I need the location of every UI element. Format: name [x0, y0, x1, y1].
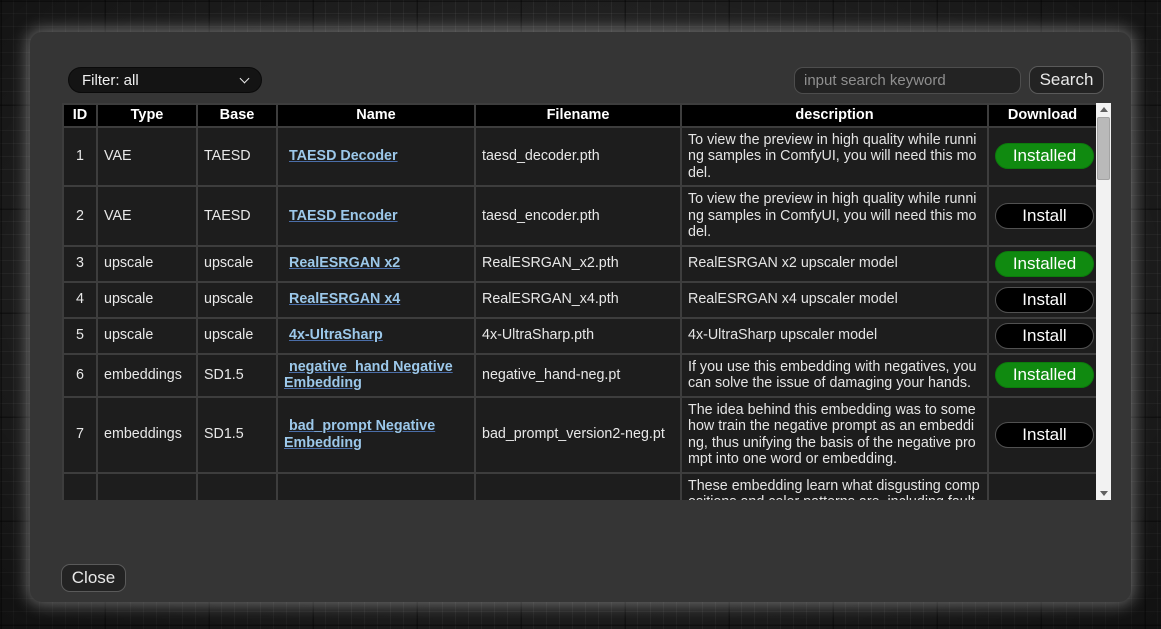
model-id: 2 — [63, 186, 97, 246]
model-description: RealESRGAN x2 upscaler model — [681, 246, 988, 282]
model-filename: negative_hand-neg.pt — [475, 354, 681, 397]
model-base: TAESD — [197, 186, 277, 246]
header-name: Name — [277, 104, 475, 127]
model-description: RealESRGAN x4 upscaler model — [681, 282, 988, 318]
install-models-dialog: Filter: all Search ID Type Base Name Fil… — [30, 32, 1131, 602]
model-name-link[interactable]: RealESRGAN x4 — [284, 291, 400, 307]
model-type — [97, 473, 197, 501]
install-button[interactable]: Installed — [995, 362, 1094, 388]
header-base: Base — [197, 104, 277, 127]
header-type: Type — [97, 104, 197, 127]
model-name-link[interactable]: TAESD Decoder — [284, 148, 398, 164]
search-input[interactable] — [794, 67, 1021, 94]
table-row: 5 upscale upscale 4x-UltraSharp 4x-Ultra… — [63, 318, 1096, 354]
model-type: upscale — [97, 318, 197, 354]
model-base: SD1.5 — [197, 354, 277, 397]
table-row: 4 upscale upscale RealESRGAN x4 RealESRG… — [63, 282, 1096, 318]
model-base: upscale — [197, 318, 277, 354]
table-scrollbar[interactable] — [1096, 103, 1111, 500]
model-name-link[interactable]: bad_prompt Negative Embedding — [284, 418, 435, 451]
install-button[interactable]: Install — [995, 323, 1094, 349]
model-filename: taesd_encoder.pth — [475, 186, 681, 246]
table-row: 1 VAE TAESD TAESD Decoder taesd_decoder.… — [63, 127, 1096, 187]
model-description: To view the preview in high quality whil… — [681, 127, 988, 187]
model-name-link[interactable]: 4x-UltraSharp — [284, 327, 383, 343]
header-description: description — [681, 104, 988, 127]
model-type: embeddings — [97, 397, 197, 473]
model-filename: taesd_decoder.pth — [475, 127, 681, 187]
table-row: 7 embeddings SD1.5 bad_prompt Negative E… — [63, 397, 1096, 473]
model-name-link[interactable]: negative_hand Negative Embedding — [284, 359, 453, 392]
model-type: VAE — [97, 186, 197, 246]
model-name-link[interactable] — [284, 486, 289, 500]
model-filename: bad_prompt_version2-neg.pt — [475, 397, 681, 473]
model-description: To view the preview in high quality whil… — [681, 186, 988, 246]
model-description: These embedding learn what disgusting co… — [681, 473, 988, 501]
scroll-down-icon[interactable] — [1096, 487, 1111, 500]
model-type: embeddings — [97, 354, 197, 397]
model-id: 3 — [63, 246, 97, 282]
header-filename: Filename — [475, 104, 681, 127]
model-base — [197, 473, 277, 501]
table-row: These embedding learn what disgusting co… — [63, 473, 1096, 501]
model-id: 1 — [63, 127, 97, 187]
model-id — [63, 473, 97, 501]
models-table: ID Type Base Name Filename description D… — [62, 103, 1096, 500]
filter-select[interactable]: Filter: all — [68, 67, 262, 93]
model-type: upscale — [97, 282, 197, 318]
model-id: 7 — [63, 397, 97, 473]
model-type: upscale — [97, 246, 197, 282]
install-button[interactable]: Install — [995, 203, 1094, 229]
scrollbar-thumb[interactable] — [1097, 117, 1110, 180]
install-button[interactable]: Installed — [995, 143, 1094, 169]
model-id: 6 — [63, 354, 97, 397]
model-base: upscale — [197, 246, 277, 282]
model-description: 4x-UltraSharp upscaler model — [681, 318, 988, 354]
model-description: The idea behind this embedding was to so… — [681, 397, 988, 473]
install-button[interactable]: Installed — [995, 251, 1094, 277]
install-button[interactable]: Install — [995, 422, 1094, 448]
model-name-link[interactable]: TAESD Encoder — [284, 208, 398, 224]
model-type: VAE — [97, 127, 197, 187]
table-header-row: ID Type Base Name Filename description D… — [63, 104, 1096, 127]
table-row: 6 embeddings SD1.5 negative_hand Negativ… — [63, 354, 1096, 397]
model-description: If you use this embedding with negatives… — [681, 354, 988, 397]
filter-select-wrap: Filter: all — [68, 67, 262, 93]
table-viewport: ID Type Base Name Filename description D… — [62, 103, 1096, 500]
header-download: Download — [988, 104, 1096, 127]
model-id: 4 — [63, 282, 97, 318]
model-id: 5 — [63, 318, 97, 354]
install-button[interactable]: Install — [995, 287, 1094, 313]
model-base: upscale — [197, 282, 277, 318]
model-base: TAESD — [197, 127, 277, 187]
model-base: SD1.5 — [197, 397, 277, 473]
search-button[interactable]: Search — [1029, 66, 1104, 94]
model-name-link[interactable]: RealESRGAN x2 — [284, 255, 400, 271]
close-button[interactable]: Close — [61, 564, 126, 592]
model-filename — [475, 473, 681, 501]
table-row: 3 upscale upscale RealESRGAN x2 RealESRG… — [63, 246, 1096, 282]
model-filename: RealESRGAN_x4.pth — [475, 282, 681, 318]
model-filename: RealESRGAN_x2.pth — [475, 246, 681, 282]
model-filename: 4x-UltraSharp.pth — [475, 318, 681, 354]
scroll-up-icon[interactable] — [1096, 103, 1111, 116]
table-row: 2 VAE TAESD TAESD Encoder taesd_encoder.… — [63, 186, 1096, 246]
header-id: ID — [63, 104, 97, 127]
models-table-zone: ID Type Base Name Filename description D… — [62, 103, 1111, 500]
